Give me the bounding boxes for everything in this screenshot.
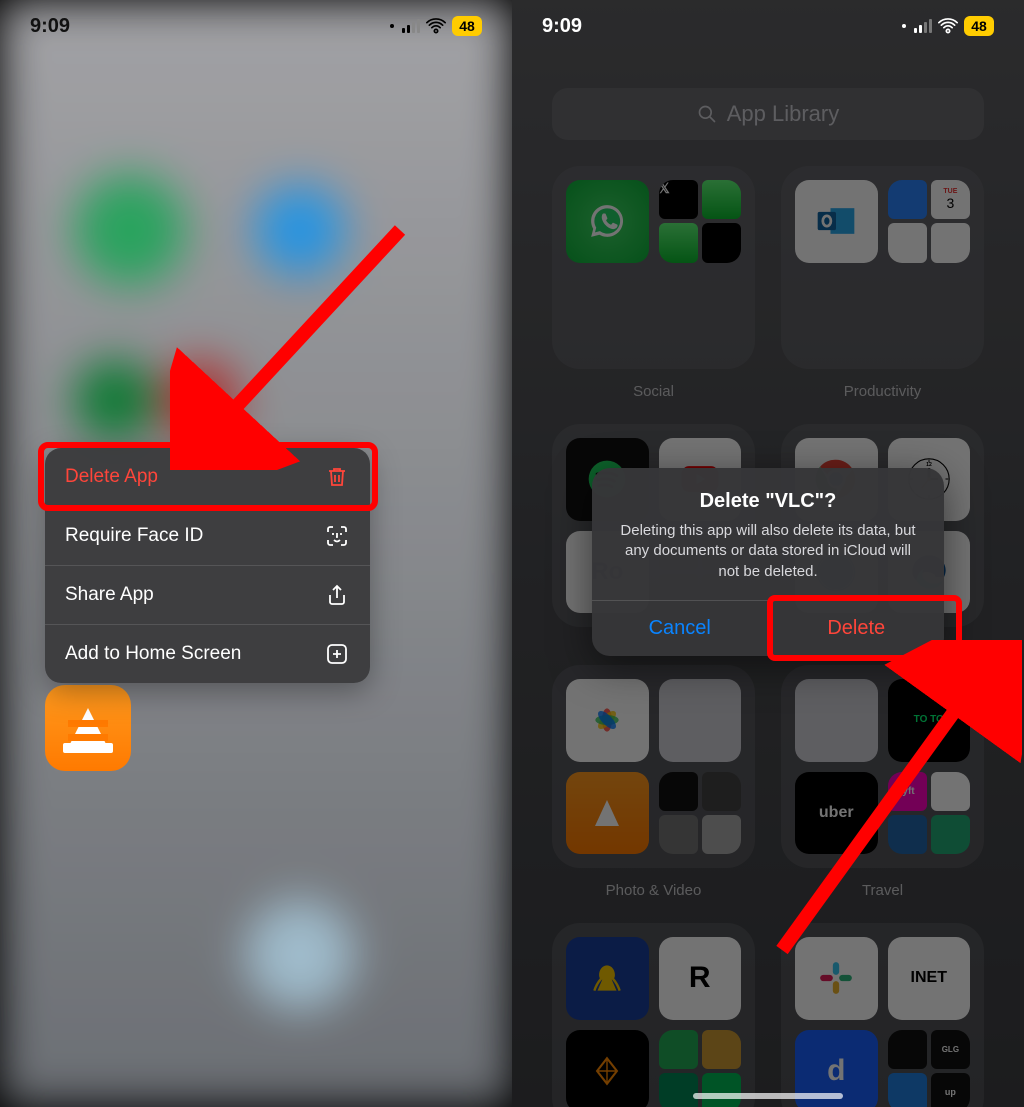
status-time: 9:09	[30, 15, 70, 38]
delete-alert: Delete "VLC"? Deleting this app will als…	[592, 468, 944, 656]
alert-message: Deleting this app will also delete its d…	[614, 521, 922, 582]
status-bar: 9:09 48	[0, 0, 512, 52]
battery-badge: 48	[964, 16, 994, 36]
screenshot-left: 9:09 48 Delete App Require Face ID	[0, 0, 512, 1107]
cellular-signal-icon	[914, 19, 932, 33]
menu-item-label: Require Face ID	[65, 525, 203, 547]
menu-item-label: Add to Home Screen	[65, 643, 241, 665]
menu-item-add-home[interactable]: Add to Home Screen	[45, 625, 370, 683]
plus-square-icon	[324, 641, 350, 667]
wifi-icon	[938, 18, 958, 34]
share-icon	[324, 582, 350, 608]
status-right: 48	[902, 16, 994, 36]
vlc-cone-icon	[68, 708, 108, 748]
battery-badge: 48	[452, 16, 482, 36]
context-menu: Delete App Require Face ID Share App Add…	[45, 448, 370, 683]
menu-item-label: Delete App	[65, 466, 158, 488]
status-right: 48	[390, 16, 482, 36]
menu-item-require-faceid[interactable]: Require Face ID	[45, 507, 370, 566]
menu-item-delete-app[interactable]: Delete App	[45, 448, 370, 507]
cellular-dot-icon	[902, 24, 906, 28]
status-bar: 9:09 48	[512, 0, 1024, 52]
status-time: 9:09	[542, 15, 582, 38]
trash-icon	[324, 464, 350, 490]
alert-delete-button[interactable]: Delete	[769, 601, 945, 656]
screenshot-right: 9:09 48 App Library 𝕏 TUE3	[512, 0, 1024, 1107]
cellular-dot-icon	[390, 24, 394, 28]
home-indicator[interactable]	[693, 1093, 843, 1099]
wifi-icon	[426, 18, 446, 34]
alert-cancel-button[interactable]: Cancel	[592, 601, 769, 656]
menu-item-share-app[interactable]: Share App	[45, 566, 370, 625]
app-icon-vlc[interactable]	[45, 685, 131, 771]
faceid-icon	[324, 523, 350, 549]
menu-item-label: Share App	[65, 584, 154, 606]
alert-title: Delete "VLC"?	[614, 490, 922, 513]
cellular-signal-icon	[402, 19, 420, 33]
